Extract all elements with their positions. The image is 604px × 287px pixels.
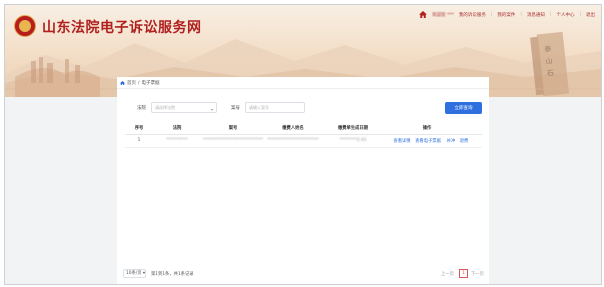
- column-header-case-number: 案号: [228, 126, 238, 131]
- breadcrumb: 首页 / 电子票据: [120, 80, 160, 86]
- breadcrumb-home[interactable]: 首页: [127, 80, 136, 86]
- nav-messages[interactable]: 消息通知: [527, 12, 545, 18]
- page-number-1[interactable]: 1: [459, 269, 468, 278]
- content-panel: 首页 / 电子票据 法院 请选择法院 ▾ 案号 请输入案号 立即查询 序号 法院…: [117, 77, 489, 284]
- prev-page-button[interactable]: 上一页: [441, 271, 454, 277]
- nav-my-cases[interactable]: 我的案件: [497, 12, 515, 18]
- case-number-label: 案号: [231, 106, 240, 111]
- pagination-info: 第1到1条，共1条记录: [151, 272, 194, 277]
- court-label: 法院: [137, 106, 146, 111]
- supplement-link[interactable]: 补冲: [447, 138, 456, 144]
- chevron-down-icon: ▾: [142, 271, 146, 276]
- svg-text:山: 山: [545, 56, 553, 66]
- view-details-link[interactable]: 查看详情: [393, 138, 410, 144]
- welcome-user: 欢迎您 ***: [432, 12, 454, 18]
- court-emblem-logo[interactable]: [14, 15, 36, 37]
- column-header-date: 缴费单生成日期: [337, 126, 369, 131]
- page-size-value: 10条/页: [126, 271, 142, 276]
- svg-text:石: 石: [546, 69, 554, 78]
- row-case-number: ****************************: [202, 138, 264, 143]
- svg-text:泰: 泰: [544, 44, 552, 54]
- refund-link[interactable]: 退费: [460, 138, 469, 144]
- case-number-input[interactable]: 请输入案号: [245, 102, 305, 113]
- row-date: ********2:43: [339, 138, 367, 143]
- column-header-payer-name: 缴费人姓名: [282, 126, 304, 131]
- divider: [117, 88, 489, 89]
- column-header-court: 法院: [172, 126, 182, 131]
- court-select[interactable]: 请选择法院 ▾: [151, 102, 217, 113]
- table-row: 1 ********** ***************************…: [125, 135, 482, 148]
- nav-personal-center[interactable]: 个人中心: [556, 12, 574, 18]
- column-header-actions: 操作: [422, 126, 432, 131]
- nav-logout[interactable]: 退出: [586, 12, 595, 18]
- column-header-index: 序号: [134, 126, 144, 131]
- site-title: 山东法院电子诉讼服务网: [42, 20, 202, 36]
- court-select-placeholder: 请选择法院: [155, 105, 175, 110]
- nav-my-services[interactable]: 我的诉讼服务: [459, 12, 486, 18]
- row-payer-name: ************************: [267, 138, 319, 143]
- breadcrumb-current: 电子票据: [141, 81, 160, 86]
- pagination: 10条/页 ▾ 第1到1条，共1条记录 上一页 1 下一页: [123, 269, 484, 279]
- home-icon[interactable]: [419, 11, 428, 18]
- row-index: 1: [137, 138, 141, 143]
- top-navigation: 欢迎您 *** 我的诉讼服务 | 我的案件 | 消息通知 | 个人中心 | 退出: [419, 11, 595, 18]
- breadcrumb-separator: /: [138, 80, 140, 86]
- next-page-button[interactable]: 下一页: [471, 271, 484, 277]
- browser-viewport: 泰 山 石 山东法院电子诉讼服务网 欢迎您 *** 我的诉讼服务 | 我的案件 …: [4, 4, 602, 285]
- case-number-placeholder: 请输入案号: [249, 105, 269, 110]
- chevron-down-icon: ▾: [210, 107, 213, 112]
- page-size-select[interactable]: 10条/页 ▾: [123, 269, 146, 278]
- table-header: 序号 法院 案号 缴费人姓名 缴费单生成日期 操作: [125, 122, 482, 135]
- row-court: **********: [166, 138, 188, 143]
- breadcrumb-home-icon[interactable]: [120, 80, 125, 86]
- search-submit-button[interactable]: 立即查询: [445, 102, 482, 114]
- view-e-invoice-link[interactable]: 查看电子票据: [415, 138, 441, 144]
